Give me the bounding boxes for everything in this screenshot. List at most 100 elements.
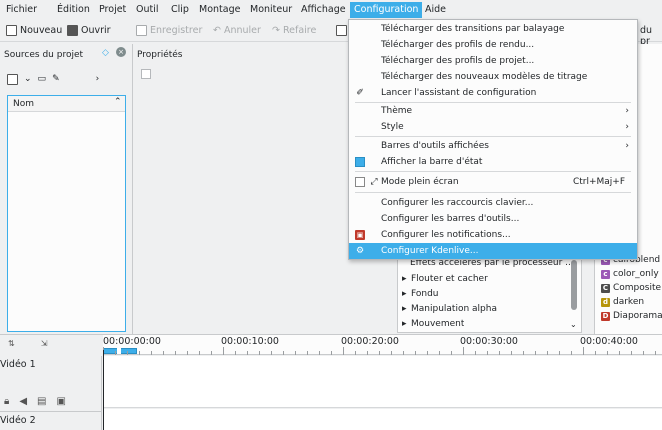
expand-arrow-icon[interactable]: ▸: [402, 274, 407, 284]
expand-arrow-icon[interactable]: ▸: [402, 289, 407, 299]
save-icon: [136, 25, 147, 36]
menu-montage[interactable]: Montage: [199, 4, 240, 15]
folder-icon: [67, 25, 78, 36]
menu-item-notifications[interactable]: ▣ Configurer les notifications...: [349, 227, 637, 243]
submenu-arrow-icon: ›: [625, 122, 629, 132]
menu-item-fullscreen[interactable]: ⤢ Mode plein écran Ctrl+Maj+F: [349, 174, 637, 190]
menu-item-download-wipes[interactable]: Télécharger des transitions par balayage: [349, 21, 637, 37]
effect-badge-icon: C: [601, 283, 610, 293]
save-button[interactable]: Enregistrer: [136, 25, 202, 36]
effect-item[interactable]: D Diaporama: [601, 311, 662, 321]
menu-fichier[interactable]: Fichier: [6, 4, 37, 15]
open-button[interactable]: Ouvrir: [67, 25, 111, 36]
menu-clip[interactable]: Clip: [171, 4, 189, 15]
playhead-line[interactable]: [103, 350, 104, 430]
menu-item-download-render[interactable]: Télécharger des profils de rendu...: [349, 37, 637, 53]
effect-category[interactable]: Mouvement: [411, 319, 464, 329]
close-icon[interactable]: ×: [116, 47, 126, 57]
effects-tree[interactable]: Effets accélérés par le processeur ... ▸…: [397, 255, 582, 333]
effect-category[interactable]: Manipulation alpha: [411, 304, 497, 314]
track-video-2[interactable]: [103, 409, 662, 430]
menu-item-style[interactable]: Style ›: [349, 119, 637, 135]
effect-item[interactable]: d darken: [601, 297, 644, 307]
menu-item-statusbar[interactable]: Afficher la barre d'état: [349, 154, 637, 170]
track-tool-icon[interactable]: ⇅: [8, 339, 15, 348]
menu-item-label: Configurer les raccourcis clavier...: [381, 198, 534, 208]
chevron-down-icon[interactable]: ⌄: [24, 74, 32, 84]
menu-item-label: Style: [381, 122, 404, 132]
menu-item-download-project[interactable]: Télécharger des profils de projet...: [349, 53, 637, 69]
menu-separator: [355, 171, 631, 172]
menu-item-label: Télécharger des profils de rendu...: [381, 40, 535, 50]
menu-item-wizard[interactable]: ✐ Lancer l'assistant de configuration: [349, 85, 637, 101]
menu-separator: [355, 192, 631, 193]
ruler-tick: [211, 351, 212, 355]
menu-item-configure-toolbars[interactable]: Configurer les barres d'outils...: [349, 211, 637, 227]
menu-item-shortcuts[interactable]: Configurer les raccourcis clavier...: [349, 195, 637, 211]
properties-checkbox[interactable]: [141, 69, 151, 79]
redo-label: Refaire: [282, 25, 317, 36]
menu-item-configure-kdenlive[interactable]: ⚙ Configurer Kdenlive...: [349, 243, 637, 259]
menu-aide[interactable]: Aide: [425, 4, 446, 15]
new-document-icon: [6, 25, 17, 36]
ruler-tick: [583, 347, 584, 355]
submenu-arrow-icon: ›: [625, 106, 629, 116]
add-clip-icon[interactable]: [7, 73, 18, 85]
ruler-tick: [355, 351, 356, 355]
timeline: ⇅ ⇲ 00:00:00:00 00:00:10:00 00:00:20:00 …: [0, 334, 662, 430]
expand-arrow-icon[interactable]: ▸: [402, 319, 407, 329]
ruler-tick: [523, 351, 524, 355]
zoom-tool-icon[interactable]: ⇲: [41, 339, 48, 348]
effect-category[interactable]: Fondu: [411, 289, 438, 299]
menu-projet[interactable]: Projet: [99, 4, 126, 15]
ruler-tick: [139, 351, 140, 355]
menu-item-label: Configurer les notifications...: [381, 230, 511, 240]
menu-item-download-titles[interactable]: Télécharger des nouveaux modèles de titr…: [349, 69, 637, 85]
menu-edition[interactable]: Édition: [57, 4, 90, 15]
float-icon[interactable]: ◇: [102, 48, 109, 58]
menu-outil[interactable]: Outil: [136, 4, 159, 15]
composite-icon[interactable]: ▣: [56, 396, 65, 407]
redo-button[interactable]: ↷ Refaire: [272, 25, 316, 36]
open-label: Ouvrir: [81, 25, 111, 36]
ruler-tick: [163, 351, 164, 355]
scroll-down-icon[interactable]: ⌄: [570, 320, 577, 329]
project-bin-list[interactable]: Nom ⌃: [7, 95, 126, 332]
ruler-tick: [403, 351, 404, 355]
scrollbar[interactable]: [571, 260, 577, 310]
toolbar-extra-button[interactable]: [336, 25, 347, 36]
menu-item-label: Afficher la barre d'état: [381, 157, 483, 167]
ruler-tick: [475, 351, 476, 355]
timeline-ruler[interactable]: 00:00:00:00 00:00:10:00 00:00:20:00 00:0…: [103, 335, 662, 355]
column-header[interactable]: Nom ⌃: [8, 96, 125, 112]
edit-icon[interactable]: ✎: [52, 74, 60, 84]
menu-item-toolbars[interactable]: Barres d'outils affichées ›: [349, 138, 637, 154]
bin-toolbar: ⌄ ▭ ✎ ›: [7, 70, 126, 88]
menu-affichage[interactable]: Affichage: [301, 4, 346, 15]
new-button[interactable]: Nouveau: [6, 25, 62, 36]
track-video-1[interactable]: [103, 356, 662, 408]
effect-category[interactable]: Flouter et cacher: [411, 274, 488, 284]
ruler-tick: [223, 347, 224, 355]
menu-moniteur[interactable]: Moniteur: [250, 4, 292, 15]
folder-add-icon[interactable]: ▭: [38, 74, 47, 84]
new-label: Nouveau: [20, 25, 63, 36]
menu-item-label: Barres d'outils affichées: [381, 141, 489, 151]
ruler-tick: [595, 351, 596, 355]
chevron-right-icon[interactable]: ›: [96, 74, 100, 84]
undo-button[interactable]: ↶ Annuler: [213, 25, 261, 36]
audio-icon[interactable]: ◀: [19, 396, 27, 407]
lock-icon[interactable]: 🔒︎: [4, 396, 9, 407]
effect-item[interactable]: C Composite: [601, 283, 661, 293]
ruler-tick: [319, 351, 320, 355]
menu-item-theme[interactable]: Thème ›: [349, 103, 637, 119]
ruler-tick: [175, 351, 176, 355]
ruler-tick: [631, 351, 632, 355]
expand-arrow-icon[interactable]: ▸: [402, 304, 407, 314]
film-icon[interactable]: ▤: [37, 396, 46, 407]
redo-icon: ↷: [272, 25, 280, 36]
menu-configuration[interactable]: Configuration: [350, 2, 423, 18]
menu-item-label: Thème: [381, 106, 413, 116]
effect-item[interactable]: c color_only: [601, 269, 659, 279]
checked-checkbox-icon: [355, 157, 365, 167]
